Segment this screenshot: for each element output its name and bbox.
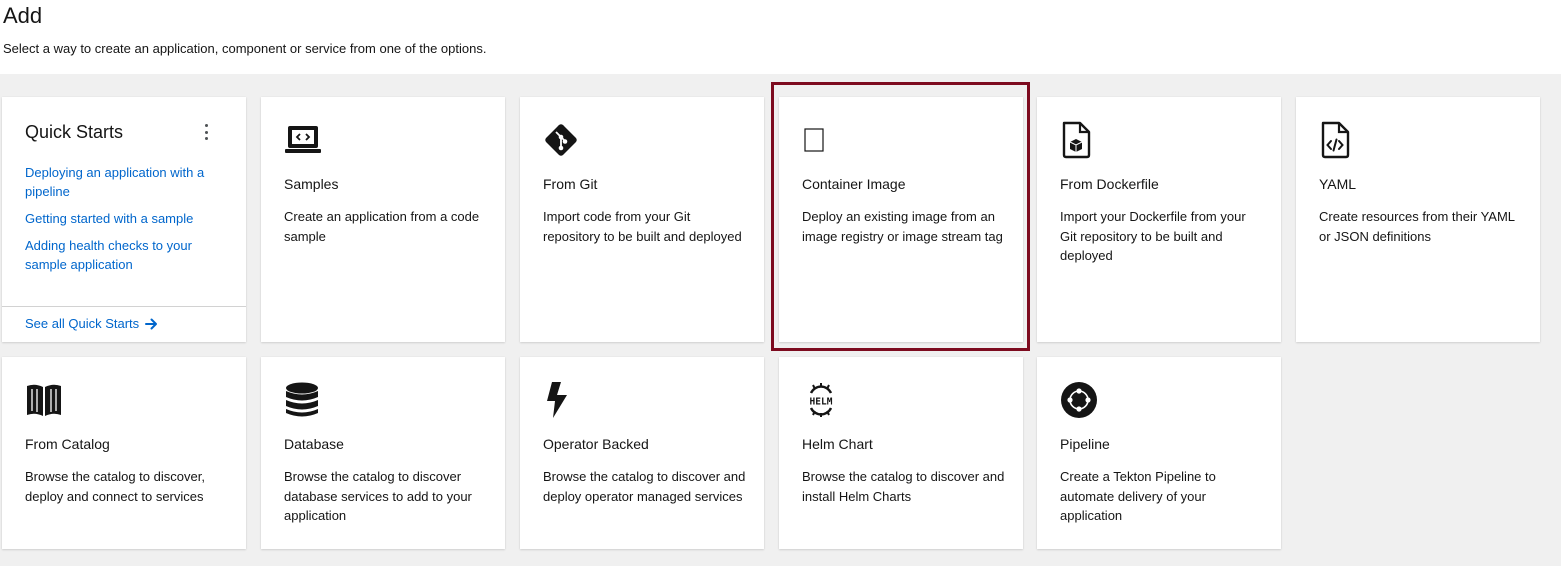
page-title: Add [3, 3, 43, 28]
yaml-file-icon [1319, 121, 1357, 159]
arrow-right-icon [145, 318, 158, 329]
helm-icon-text: HELM [810, 397, 833, 408]
page-subtitle: Select a way to create an application, c… [3, 41, 487, 56]
dockerfile-icon [1060, 121, 1098, 159]
card-description: Browse the catalog to discover and deplo… [543, 469, 746, 504]
card-title: From Catalog [25, 436, 110, 452]
card-description: Create resources from their YAML or JSON… [1319, 209, 1515, 244]
from-git-card[interactable]: From Git Import code from your Git repos… [520, 97, 764, 342]
quick-starts-title: Quick Starts [25, 122, 124, 142]
card-description: Browse the catalog to discover and insta… [802, 469, 1005, 504]
card-title: From Git [543, 176, 598, 192]
card-description: Import your Dockerfile from your Git rep… [1060, 209, 1246, 263]
database-card[interactable]: Database Browse the catalog to discover … [261, 357, 505, 549]
quick-start-link-sample[interactable]: Getting started with a sample [25, 209, 225, 228]
container-image-icon [802, 121, 840, 159]
card-title: Operator Backed [543, 436, 649, 452]
card-title: YAML [1319, 176, 1357, 192]
card-description: Import code from your Git repository to … [543, 209, 742, 244]
card-title: From Dockerfile [1060, 176, 1159, 192]
code-laptop-icon [284, 121, 322, 159]
card-description: Browse the catalog to discover, deploy a… [25, 469, 205, 504]
card-title: Samples [284, 176, 339, 192]
card-title: Pipeline [1060, 436, 1110, 452]
database-icon [284, 381, 322, 419]
quick-starts-list: Deploying an application with a pipeline… [25, 163, 225, 282]
see-all-quick-starts-link[interactable]: See all Quick Starts [25, 316, 158, 331]
card-title: Container Image [802, 176, 906, 192]
bolt-icon [543, 381, 581, 419]
container-image-card[interactable]: Container Image Deploy an existing image… [779, 97, 1023, 342]
git-icon [543, 121, 581, 159]
card-description: Deploy an existing image from an image r… [802, 209, 1003, 244]
card-title: Helm Chart [802, 436, 873, 452]
quick-starts-footer: See all Quick Starts [2, 306, 246, 342]
card-title: Database [284, 436, 344, 452]
quick-starts-card: Quick Starts Deploying an application wi… [2, 97, 246, 342]
see-all-label: See all Quick Starts [25, 316, 140, 331]
pipeline-icon [1060, 381, 1098, 419]
card-description: Browse the catalog to discover database … [284, 469, 472, 523]
quick-start-link-pipeline[interactable]: Deploying an application with a pipeline [25, 163, 225, 201]
quick-start-link-health-checks[interactable]: Adding health checks to your sample appl… [25, 236, 225, 274]
operator-backed-card[interactable]: Operator Backed Browse the catalog to di… [520, 357, 764, 549]
helm-chart-card[interactable]: HELM Helm Chart Browse the catalog to di… [779, 357, 1023, 549]
yaml-card[interactable]: YAML Create resources from their YAML or… [1296, 97, 1540, 342]
from-dockerfile-card[interactable]: From Dockerfile Import your Dockerfile f… [1037, 97, 1281, 342]
kebab-menu-icon[interactable] [202, 124, 210, 140]
card-description: Create an application from a code sample [284, 209, 480, 244]
samples-card[interactable]: Samples Create an application from a cod… [261, 97, 505, 342]
from-catalog-card[interactable]: From Catalog Browse the catalog to disco… [2, 357, 246, 549]
add-options-gallery: Quick Starts Deploying an application wi… [0, 74, 1561, 566]
card-description: Create a Tekton Pipeline to automate del… [1060, 469, 1216, 523]
book-icon [25, 381, 63, 419]
helm-icon: HELM [802, 381, 840, 419]
pipeline-card[interactable]: Pipeline Create a Tekton Pipeline to aut… [1037, 357, 1281, 549]
